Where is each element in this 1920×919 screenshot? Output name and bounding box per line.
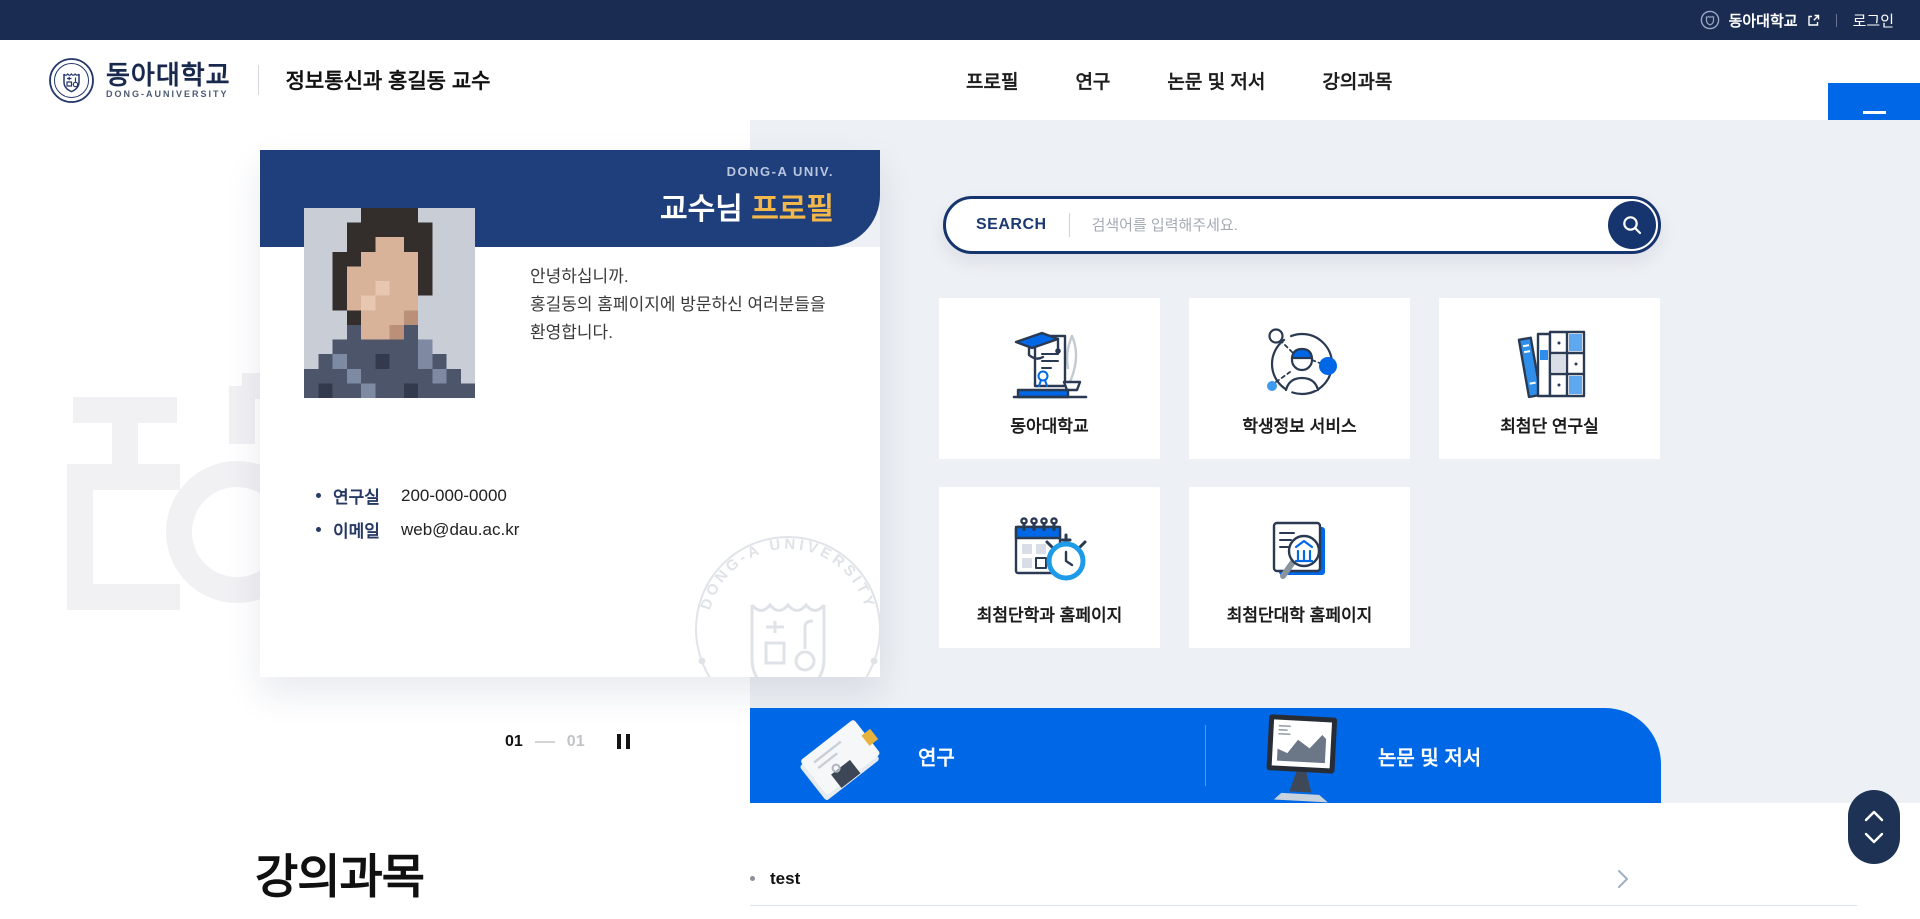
bullet-icon xyxy=(316,493,321,498)
header-divider xyxy=(258,65,259,95)
logo-subtitle: DONG-AUNIVERSITY xyxy=(106,89,231,99)
contact-value: web@dau.ac.kr xyxy=(401,520,519,540)
nav-item-courses[interactable]: 강의과목 xyxy=(1322,67,1392,94)
main-nav: 프로필 연구 논문 및 저서 강의과목 xyxy=(966,40,1392,120)
nav-item-profile[interactable]: 프로필 xyxy=(966,67,1018,94)
greeting-line: 홍길동의 홈페이지에 방문하신 여러분들을 xyxy=(530,291,826,319)
contact-label: 이메일 xyxy=(333,517,401,542)
pause-icon xyxy=(617,734,621,749)
quicklink-student-info-service[interactable]: 학생정보 서비스 xyxy=(1189,298,1410,459)
topbar-university-link[interactable]: 동아대학교 xyxy=(1729,10,1798,31)
search-divider xyxy=(1069,213,1070,237)
site-title: 정보통신과 홍길동 교수 xyxy=(286,65,491,95)
greeting-text: 안녕하십니까. 홍길동의 홈페이지에 방문하신 여러분들을 환영합니다. xyxy=(530,263,826,347)
contact-list: 연구실 200-000-0000 이메일 web@dau.ac.kr xyxy=(316,483,519,542)
quicklink-advanced-lab[interactable]: 최첨단 연구실 xyxy=(1439,298,1660,459)
university-emblem-icon xyxy=(1700,10,1720,30)
hamburger-icon xyxy=(1863,111,1886,114)
pagination-current: 01 xyxy=(505,733,523,751)
bottom-banner: 연구 논문 및 저서 xyxy=(750,708,1661,803)
quick-links-grid: 동아대학교 학생정보 서비스 xyxy=(939,298,1661,648)
topbar-divider xyxy=(1836,14,1837,27)
nav-item-research[interactable]: 연구 xyxy=(1075,67,1110,94)
bookshelf-icon xyxy=(1502,320,1598,404)
research-papers-icon xyxy=(782,712,906,803)
monitor-chart-icon xyxy=(1253,710,1353,803)
slider-pagination: 01 01 xyxy=(505,732,632,751)
search-label: SEARCH xyxy=(976,216,1047,234)
header: 동아대학교 DONG-AUNIVERSITY 정보통신과 홍길동 교수 프로필 … xyxy=(0,40,1920,120)
svg-text:DONG-A UNIVERSITY: DONG-A UNIVERSITY xyxy=(697,536,878,612)
lecture-section-title: 강의과목 xyxy=(255,838,424,907)
contact-label: 연구실 xyxy=(333,483,401,508)
contact-row-office: 연구실 200-000-0000 xyxy=(316,483,519,508)
quicklink-label: 최첨단학과 홈페이지 xyxy=(939,601,1160,626)
search-input[interactable] xyxy=(1092,217,1658,234)
quicklink-department-homepage[interactable]: 최첨단학과 홈페이지 xyxy=(939,487,1160,648)
login-link[interactable]: 로그인 xyxy=(1853,10,1894,31)
page: 동아대학교 로그인 동아대학교 DONG-AUNIVERSITY xyxy=(0,0,1920,919)
search-bar: SEARCH xyxy=(943,196,1661,254)
banner-label: 연구 xyxy=(918,741,955,770)
professor-photo xyxy=(304,208,475,398)
topbar-right: 동아대학교 로그인 xyxy=(1700,0,1894,40)
chevron-right-icon xyxy=(1616,868,1630,890)
university-logo[interactable]: 동아대학교 DONG-AUNIVERSITY 정보통신과 홍길동 교수 xyxy=(48,40,490,120)
external-link-icon xyxy=(1807,14,1820,27)
banner-label: 논문 및 저서 xyxy=(1378,741,1481,770)
logo-text: 동아대학교 DONG-AUNIVERSITY xyxy=(106,62,231,99)
greeting-line: 안녕하십니까. xyxy=(530,263,826,291)
student-network-icon xyxy=(1252,320,1348,404)
pause-button[interactable] xyxy=(615,732,632,751)
card-title-white: 교수님 xyxy=(660,193,751,226)
quicklink-dong-a-university[interactable]: 동아대학교 xyxy=(939,298,1160,459)
banner-item-publications[interactable]: 논문 및 저서 xyxy=(1205,708,1661,803)
bullet-icon xyxy=(750,876,755,881)
chevron-up-icon xyxy=(1862,809,1886,822)
search-button[interactable] xyxy=(1608,201,1656,249)
card-univ-label: DONG-A UNIV. xyxy=(260,164,834,179)
quicklink-label: 최첨단대학 홈페이지 xyxy=(1189,601,1410,626)
calendar-stopwatch-icon xyxy=(1002,509,1098,593)
university-seal-watermark: DONG-A UNIVERSITY xyxy=(668,509,880,677)
bullet-icon xyxy=(316,527,321,532)
quicklink-college-homepage[interactable]: 최첨단대학 홈페이지 xyxy=(1189,487,1410,648)
pagination-dash xyxy=(535,741,555,743)
logo-title: 동아대학교 xyxy=(106,62,231,89)
banner-item-research[interactable]: 연구 xyxy=(750,708,1205,803)
lecture-item-label: test xyxy=(770,869,800,889)
quicklink-label: 최첨단 연구실 xyxy=(1439,412,1660,437)
quicklink-label: 학생정보 서비스 xyxy=(1189,412,1410,437)
scroll-down-button[interactable] xyxy=(1860,830,1888,847)
topbar: 동아대학교 로그인 xyxy=(0,0,1920,40)
scroll-up-button[interactable] xyxy=(1860,807,1888,824)
greeting-line: 환영합니다. xyxy=(530,319,826,347)
book-magnifier-icon xyxy=(1252,509,1348,593)
quicklink-label: 동아대학교 xyxy=(939,412,1160,437)
nav-item-publications[interactable]: 논문 및 저서 xyxy=(1167,67,1265,94)
card-title-accent: 프로필 xyxy=(751,193,834,226)
lecture-list-item[interactable]: test xyxy=(750,852,1857,906)
contact-row-email: 이메일 web@dau.ac.kr xyxy=(316,517,519,542)
contact-value: 200-000-0000 xyxy=(401,486,507,506)
professor-profile-card: DONG-A UNIV. 교수님 프로필 DONG-A UNIVERSITY xyxy=(260,150,880,677)
background-watermark-glyph xyxy=(55,372,290,622)
magnifier-icon xyxy=(1621,214,1643,236)
pagination-total: 01 xyxy=(567,733,585,751)
diploma-icon xyxy=(1002,320,1098,404)
university-seal-icon xyxy=(48,57,95,104)
chevron-down-icon xyxy=(1862,832,1886,845)
